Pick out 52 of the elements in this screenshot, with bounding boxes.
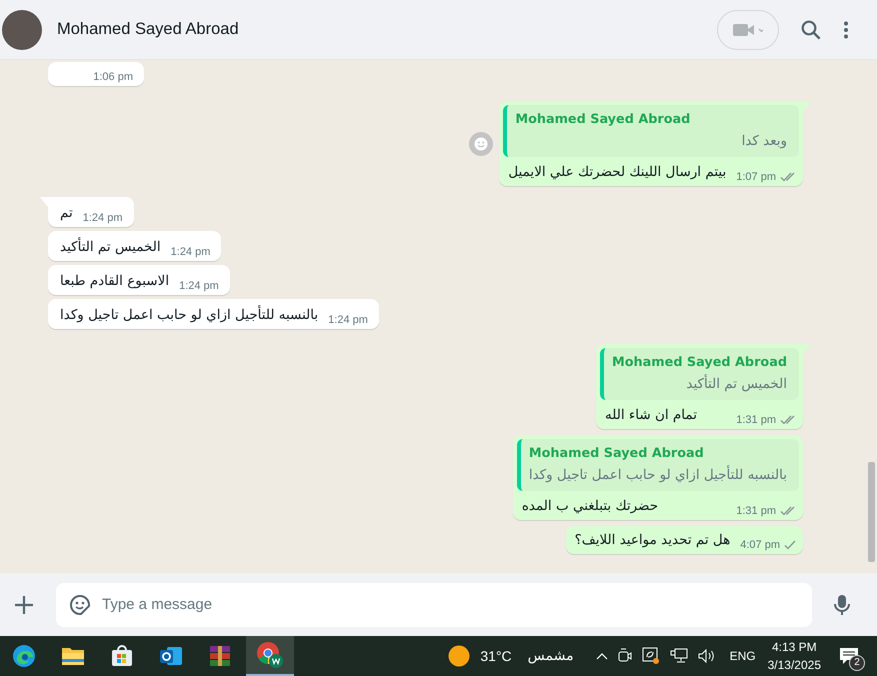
contact-name[interactable]: Mohamed Sayed Abroad [57, 20, 239, 39]
language-indicator[interactable]: ENG [730, 649, 756, 663]
browser-icon [256, 641, 284, 669]
message-time: 4:07 pm [740, 539, 780, 551]
weather-condition[interactable]: مشمس [528, 648, 574, 664]
sync-status-icon[interactable] [642, 647, 660, 665]
quote-author: Mohamed Sayed Abroad [612, 355, 787, 370]
shopping-bag-icon [110, 644, 134, 668]
message-text: حضرتك بتبلغني ب المده [522, 498, 658, 516]
microphone-icon[interactable] [834, 594, 850, 616]
quote-text: بالنسبه للتأجيل ازاي لو حابب اعمل تاجيل وكدا [528, 467, 787, 483]
camera-icon[interactable] [618, 648, 632, 664]
message-input[interactable]: Type a message [56, 582, 812, 626]
message-text: بيتم ارسال اللينك لحضرتك علي الايميل [508, 164, 726, 182]
message-time: 1:24 pm [179, 280, 219, 292]
avatar[interactable] [2, 10, 42, 50]
message-time: 1:07 pm [736, 171, 776, 183]
message-text: تمام ان شاء الله [605, 407, 697, 425]
message-time: 1:06 pm [93, 71, 133, 83]
message-text: الاسبوع القادم طبعا [60, 273, 170, 291]
weather-temperature[interactable]: 31°C [480, 648, 512, 664]
message-time: 1:24 pm [328, 314, 368, 326]
search-icon[interactable] [801, 20, 821, 40]
message-time: 1:31 pm [736, 505, 776, 517]
notification-count: 2 [849, 655, 865, 671]
plus-icon[interactable] [14, 594, 34, 614]
quote-text: وبعد كدا [740, 133, 787, 149]
clock-time[interactable]: 4:13 PM [772, 638, 817, 656]
quote-author: Mohamed Sayed Abroad [515, 112, 692, 127]
message-text: بالنسبه للتأجيل ازاي لو حابب اعمل تاجيل وكدا [60, 307, 318, 325]
taskbar-app-button[interactable] [246, 636, 294, 676]
chevron-up-icon[interactable] [596, 652, 608, 660]
video-camera-icon [733, 22, 763, 38]
message-text: تم [60, 205, 73, 223]
menu-icon[interactable] [843, 20, 849, 38]
scrollbar-thumb[interactable] [868, 462, 875, 562]
message-time: 1:24 pm [82, 212, 122, 224]
archive-books-icon [208, 644, 232, 668]
message-time: 1:31 pm [736, 414, 776, 426]
mail-app-icon [159, 644, 183, 668]
sun-icon [448, 645, 470, 667]
sticker-icon[interactable] [69, 594, 91, 616]
quote-text: الخميس تم التأكيد [685, 376, 787, 392]
quote-author: Mohamed Sayed Abroad [528, 446, 705, 461]
message-text: هل تم تحديد مواعيد اللايف؟ [574, 532, 730, 550]
message-time: 1:24 pm [170, 246, 210, 258]
message-text: الخميس تم التأكيد [60, 239, 161, 257]
speaker-icon[interactable] [698, 649, 716, 663]
network-icon[interactable] [670, 648, 688, 664]
clock-date[interactable]: 3/13/2025 [768, 656, 821, 674]
swirl-logo-icon [12, 644, 36, 668]
folder-icon [61, 645, 85, 667]
